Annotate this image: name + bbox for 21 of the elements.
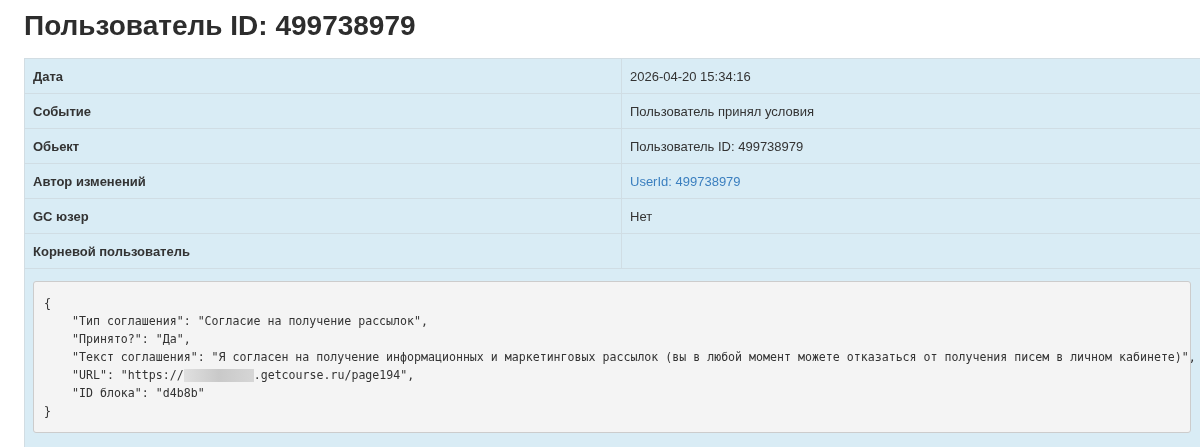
row-value: 2026-04-20 15:34:16 — [629, 67, 752, 86]
row-label: Корневой пользователь — [25, 234, 622, 268]
row-value: Пользователь принял условия — [629, 102, 815, 121]
redaction-block — [183, 369, 254, 382]
user-link[interactable]: UserId: 499738979 — [630, 173, 741, 189]
row-label: Дата — [25, 59, 622, 93]
code-text: "ID блока": "d4b8b" — [72, 385, 205, 402]
row-label: Событие — [25, 94, 622, 128]
code-text: "Тип соглашения": "Согласие на получение рассылок", — [72, 313, 428, 330]
page-title: Пользователь ID: 499738979 — [24, 9, 417, 43]
row-label: GC юзер — [25, 199, 622, 233]
code-text: "Принято?": "Да", — [72, 331, 191, 348]
row-label: Обьект — [25, 129, 622, 163]
code-text: { — [44, 295, 51, 312]
row-label: Автор изменений — [25, 164, 622, 198]
code-text: "Текст соглашения": "Я согласен на получение информационных и маркетинговых рассылок (вы в любой момент можете отказаться от получения писем в личном кабинете)", — [72, 349, 1196, 366]
row-value: Нет — [629, 207, 654, 226]
code-text: "URL": "https:// — [72, 367, 184, 384]
row-value: Пользователь ID: 499738979 — [629, 137, 805, 156]
code-text: .getcourse.ru/page194", — [253, 368, 415, 382]
code-text: } — [44, 403, 51, 420]
